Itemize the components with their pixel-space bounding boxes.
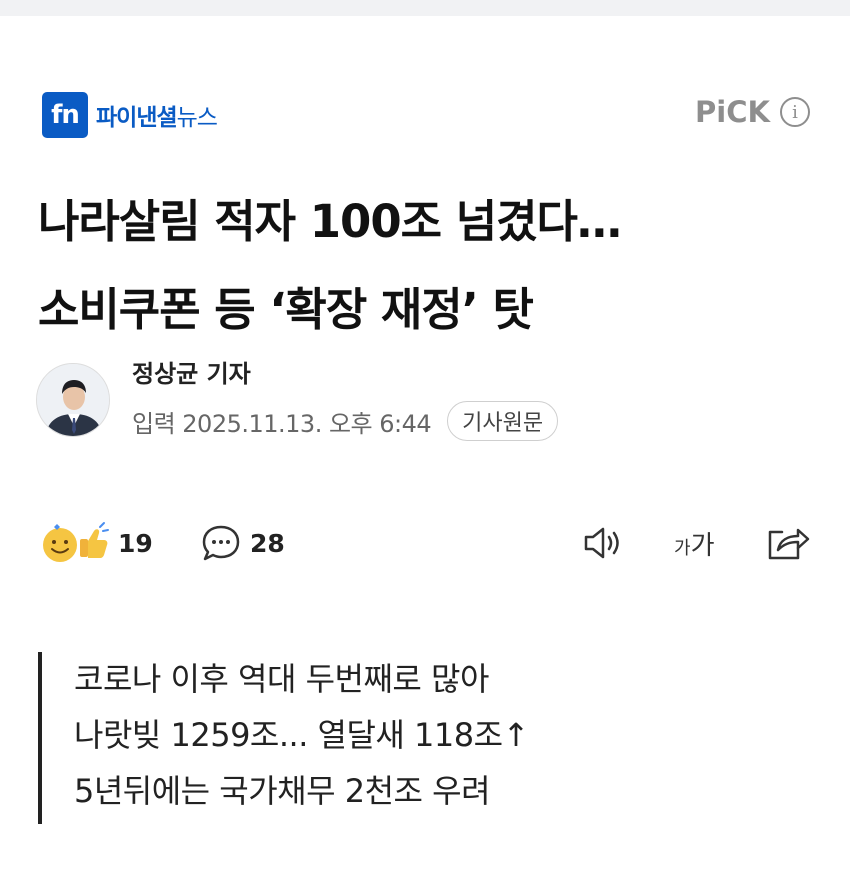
press-name-main: 파이낸셜 <box>96 105 178 131</box>
original-article-button[interactable]: 기사원문 <box>447 401 559 441</box>
author-avatar[interactable] <box>36 362 110 437</box>
listen-button[interactable] <box>580 518 624 568</box>
font-size-button[interactable]: 가가 <box>674 518 714 568</box>
press-name-sub: 뉴스 <box>176 105 218 131</box>
comment-bubble-icon <box>202 525 240 561</box>
headline-line-1: 나라살림 적자 100조 넘겼다… <box>38 195 622 248</box>
speaker-icon <box>584 527 619 559</box>
reaction-count: 19 <box>118 528 153 558</box>
comment-count: 28 <box>250 528 285 558</box>
meta-row: 입력 2025.11.13. 오후 6:44 기사원문 <box>132 401 559 441</box>
share-button[interactable] <box>764 518 810 568</box>
article-summary: 코로나 이후 역대 두번째로 많아 나랏빚 1259조... 열달새 118조↑… <box>38 652 798 824</box>
press-logo-mark: fn <box>42 92 88 138</box>
summary-line: 나랏빚 1259조... 열달새 118조↑ <box>74 716 529 754</box>
pick-badge[interactable]: PiCK i <box>695 95 810 129</box>
font-size-label: 가가 <box>674 525 714 562</box>
press-logo[interactable]: fn 파이낸셜뉴스 <box>42 92 218 138</box>
comment-button[interactable]: 28 <box>200 518 285 568</box>
author-name[interactable]: 정상균 기자 <box>132 354 558 389</box>
action-bar: 19 28 가가 <box>40 518 812 568</box>
info-icon[interactable]: i <box>780 97 810 127</box>
headline-line-2: 소비쿠폰 등 ‘확장 재정’ 탓 <box>38 283 534 336</box>
status-bar-strip <box>0 0 850 16</box>
reaction-button[interactable]: 19 <box>40 518 153 568</box>
smile-thumbs-up-icon <box>43 522 109 562</box>
summary-line: 코로나 이후 역대 두번째로 많아 <box>74 660 489 698</box>
article-headline: 나라살림 적자 100조 넘겼다… 소비쿠폰 등 ‘확장 재정’ 탓 <box>38 178 818 354</box>
author-info: 정상균 기자 입력 2025.11.13. 오후 6:44 기사원문 <box>132 358 559 441</box>
summary-line: 5년뒤에는 국가채무 2천조 우려 <box>74 772 491 810</box>
font-size-small: 가 <box>674 537 691 559</box>
publish-date: 입력 2025.11.13. 오후 6:44 <box>132 409 432 438</box>
reporter-portrait-icon <box>37 363 109 436</box>
pick-label: PiCK <box>695 95 770 129</box>
font-size-large: 가 <box>690 530 715 561</box>
author-block: 정상균 기자 입력 2025.11.13. 오후 6:44 기사원문 <box>36 358 559 441</box>
share-icon <box>768 528 810 560</box>
press-name: 파이낸셜뉴스 <box>96 98 218 132</box>
